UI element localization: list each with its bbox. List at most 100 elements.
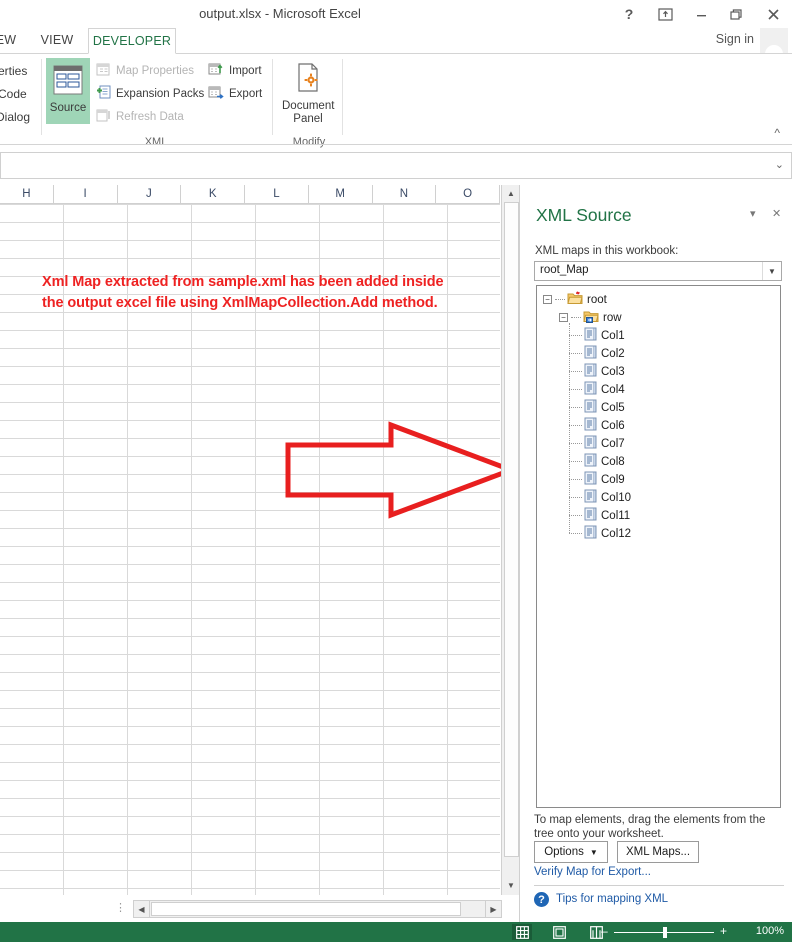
chevron-down-icon[interactable]: ▼ [762, 262, 781, 280]
tab-review-partial[interactable]: EW [0, 28, 26, 53]
tree-node-leaf[interactable]: Col7 [569, 435, 625, 452]
normal-view-button[interactable] [512, 924, 532, 940]
xml-element-icon [584, 435, 597, 452]
horizontal-scrollbar[interactable]: ◀ ▶ [133, 900, 502, 918]
scroll-right-icon[interactable]: ▶ [485, 901, 501, 917]
tab-developer[interactable]: DEVELOPER [88, 28, 176, 54]
sheet-tab-splitter[interactable]: ⋮ [115, 901, 127, 914]
annotation-text: Xml Map extracted from sample.xml has be… [42, 274, 444, 311]
column-header[interactable]: J [117, 185, 182, 204]
collapse-ribbon-icon[interactable]: ^ [774, 126, 780, 140]
expansion-packs-button[interactable]: Expansion Packs [96, 85, 204, 103]
tree-node-leaf[interactable]: Col1 [569, 327, 625, 344]
help-icon[interactable]: ? [618, 4, 640, 24]
window-controls: ? [618, 4, 784, 24]
page-layout-view-button[interactable] [549, 924, 569, 940]
pane-close-icon[interactable]: ✕ [772, 207, 781, 220]
tree-connector [569, 407, 582, 408]
tree-connector [571, 317, 581, 318]
window-title: output.xlsx - Microsoft Excel [199, 6, 361, 21]
scroll-down-icon[interactable]: ▼ [503, 877, 519, 893]
column-header[interactable]: K [181, 185, 246, 204]
options-button[interactable]: Options ▼ [534, 841, 608, 863]
chevron-down-icon[interactable]: ⌄ [775, 158, 784, 171]
minimize-glyph [696, 14, 706, 16]
column-header[interactable]: N [372, 185, 437, 204]
refresh-data-button[interactable]: Refresh Data [96, 108, 184, 126]
column-header[interactable]: O [436, 185, 501, 204]
source-button-label: Source [49, 102, 87, 114]
ribbon-left-label-properties[interactable]: erties [0, 64, 27, 78]
ribbon-tabs: EW VIEW DEVELOPER [0, 28, 792, 54]
close-glyph [767, 8, 779, 20]
tips-for-mapping-xml-link[interactable]: Tips for mapping XML [556, 893, 668, 905]
xml-map-selected-value: root_Map [540, 264, 589, 276]
xml-maps-button[interactable]: XML Maps... [617, 841, 699, 863]
source-button[interactable]: Source [46, 58, 90, 124]
ribbon-left-label-dialog[interactable]: Dialog [0, 110, 30, 124]
tree-node-label: Col11 [601, 509, 631, 522]
tree-node-leaf[interactable]: Col4 [569, 381, 625, 398]
tree-node-leaf[interactable]: Col11 [569, 507, 630, 524]
tree-node-leaf[interactable]: Col3 [569, 363, 625, 380]
scroll-left-icon[interactable]: ◀ [134, 901, 150, 917]
sign-in-link[interactable]: Sign in [716, 32, 754, 46]
xml-element-icon [584, 363, 597, 380]
expander-icon[interactable]: − [543, 295, 552, 304]
ribbon-display-options-glyph [657, 7, 673, 21]
ribbon-left-label-code[interactable]: Code [0, 87, 27, 101]
export-button[interactable]: Export [208, 85, 262, 103]
map-properties-button[interactable]: Map Properties [96, 62, 194, 80]
tree-connector [569, 443, 582, 444]
tree-connector [569, 479, 582, 480]
scroll-up-icon[interactable]: ▲ [503, 185, 519, 201]
tree-node-leaf[interactable]: Col9 [569, 471, 625, 488]
vertical-scroll-thumb[interactable] [504, 202, 519, 857]
restore-icon[interactable] [726, 4, 748, 24]
xml-element-tree[interactable]: − root − row Col1 Col2 Col3 Col4 Col5 Co… [536, 285, 781, 808]
zoom-slider-thumb[interactable] [663, 927, 667, 938]
group-name-modify: Modify [292, 136, 326, 148]
xml-source-pane: XML Source ▾ ✕ XML maps in this workbook… [519, 185, 792, 922]
ribbon-display-options-icon[interactable] [654, 4, 676, 24]
tree-node-leaf[interactable]: Col5 [569, 399, 625, 416]
column-header[interactable]: L [245, 185, 309, 204]
help-icon[interactable]: ? [534, 892, 549, 907]
pane-menu-icon[interactable]: ▾ [750, 207, 756, 220]
folder-mapped-icon [583, 309, 599, 326]
avatar[interactable] [760, 28, 788, 55]
close-icon[interactable] [762, 4, 784, 24]
group-divider-right [342, 59, 343, 135]
import-label: Import [229, 65, 262, 77]
tree-node-leaf[interactable]: Col8 [569, 453, 625, 470]
zoom-out-button[interactable]: – [601, 924, 608, 938]
zoom-in-button[interactable]: + [720, 924, 727, 938]
formula-bar[interactable]: ⌄ [0, 152, 792, 179]
minimize-icon[interactable] [690, 4, 712, 24]
tree-node-root[interactable]: − root [543, 291, 607, 308]
document-panel-button[interactable]: Document Panel [282, 58, 334, 126]
zoom-level-label[interactable]: 100% [756, 925, 784, 937]
tree-node-leaf[interactable]: Col6 [569, 417, 625, 434]
map-properties-label: Map Properties [116, 65, 194, 77]
tree-node-label: Col12 [601, 527, 632, 540]
worksheet-vertical-scrollbar[interactable]: ▲ ▼ [501, 185, 519, 895]
tree-node-leaf[interactable]: Col2 [569, 345, 625, 362]
tab-view[interactable]: VIEW [32, 28, 82, 53]
horizontal-scroll-thumb[interactable] [151, 902, 461, 916]
tree-connector [569, 389, 582, 390]
expansion-packs-icon [96, 85, 111, 103]
expander-icon[interactable]: − [559, 313, 568, 322]
import-button[interactable]: Import [208, 62, 262, 80]
column-header[interactable]: M [308, 185, 373, 204]
column-header[interactable]: I [53, 185, 118, 204]
tree-node-leaf[interactable]: Col12 [569, 525, 631, 542]
tree-connector [569, 461, 582, 462]
tree-node-leaf[interactable]: Col10 [569, 489, 631, 506]
xml-element-icon [584, 381, 597, 398]
verify-map-for-export-link[interactable]: Verify Map for Export... [534, 866, 651, 878]
chevron-down-icon: ▼ [589, 847, 598, 857]
column-header[interactable]: H [0, 185, 54, 204]
refresh-data-icon [96, 108, 111, 126]
xml-map-select[interactable]: root_Map ▼ [534, 261, 782, 281]
